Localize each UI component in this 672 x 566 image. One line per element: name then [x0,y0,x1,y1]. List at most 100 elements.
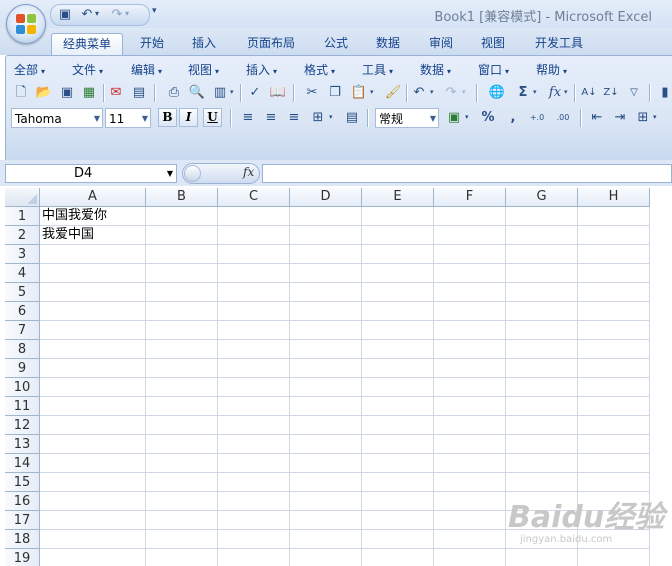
cell-e11[interactable] [362,397,434,416]
permission-icon[interactable]: ▦ [80,84,98,102]
insert-function-button[interactable]: fx [243,165,254,179]
menu-window[interactable]: 窗口 ▾ [478,61,509,78]
cell-b10[interactable] [146,378,218,397]
cell-f10[interactable] [434,378,506,397]
cell-f11[interactable] [434,397,506,416]
autosum-icon[interactable]: Σ [514,84,532,102]
row-header-18[interactable]: 18 [5,530,40,549]
cell-b8[interactable] [146,340,218,359]
cell-a13[interactable] [40,435,146,454]
cell-e13[interactable] [362,435,434,454]
cell-c16[interactable] [218,492,290,511]
align-center-icon[interactable]: ≡ [262,109,280,127]
cell-e17[interactable] [362,511,434,530]
cell-a2[interactable]: 我爱中国 [40,226,146,245]
cell-g5[interactable] [506,283,578,302]
cell-h1[interactable] [578,207,650,226]
cell-g3[interactable] [506,245,578,264]
cell-a9[interactable] [40,359,146,378]
font-name-combo[interactable]: Tahoma ▼ [11,108,103,128]
column-header-b[interactable]: B [146,188,218,207]
cell-c6[interactable] [218,302,290,321]
cell-f14[interactable] [434,454,506,473]
align-right-icon[interactable]: ≡ [285,109,303,127]
cell-b1[interactable] [146,207,218,226]
row-header-13[interactable]: 13 [5,435,40,454]
cell-f19[interactable] [434,549,506,566]
cell-c9[interactable] [218,359,290,378]
cell-g2[interactable] [506,226,578,245]
redo-dropdown-icon[interactable]: ▾ [125,9,129,18]
cell-e15[interactable] [362,473,434,492]
cell-h15[interactable] [578,473,650,492]
cell-d17[interactable] [290,511,362,530]
cut-icon[interactable]: ✂ [303,84,321,102]
tab-data[interactable]: 数据 [368,33,408,55]
cell-e3[interactable] [362,245,434,264]
column-header-g[interactable]: G [506,188,578,207]
cell-a10[interactable] [40,378,146,397]
wrap-text-icon[interactable]: ▤ [343,109,361,127]
currency-dropdown-icon[interactable]: ▾ [465,113,469,121]
cell-b16[interactable] [146,492,218,511]
cell-h19[interactable] [578,549,650,566]
row-header-11[interactable]: 11 [5,397,40,416]
cell-c8[interactable] [218,340,290,359]
cell-c10[interactable] [218,378,290,397]
menu-all[interactable]: 全部 ▾ [14,61,45,78]
autosum-dropdown-icon[interactable]: ▾ [533,88,537,96]
cell-d14[interactable] [290,454,362,473]
cell-g9[interactable] [506,359,578,378]
cell-c12[interactable] [218,416,290,435]
cell-c7[interactable] [218,321,290,340]
menu-insert[interactable]: 插入 ▾ [246,61,277,78]
borders-dropdown-icon[interactable]: ▾ [653,113,657,121]
function-dropdown-icon[interactable]: ▾ [564,88,568,96]
save-icon[interactable]: ▣ [58,84,76,102]
cell-g15[interactable] [506,473,578,492]
currency-icon[interactable]: ▣ [445,109,463,127]
menu-data[interactable]: 数据 ▾ [420,61,451,78]
cell-a3[interactable] [40,245,146,264]
cell-g10[interactable] [506,378,578,397]
cell-h14[interactable] [578,454,650,473]
formula-input[interactable] [262,164,672,183]
hyperlink-icon[interactable]: 🌐 [488,84,506,102]
cell-c17[interactable] [218,511,290,530]
column-header-a[interactable]: A [40,188,146,207]
cell-h13[interactable] [578,435,650,454]
cell-b3[interactable] [146,245,218,264]
row-header-9[interactable]: 9 [5,359,40,378]
cell-e16[interactable] [362,492,434,511]
decrease-decimal-button[interactable]: .00 [551,109,575,127]
decrease-indent-icon[interactable]: ⇤ [588,109,606,127]
percent-button[interactable]: % [479,109,497,127]
cell-e1[interactable] [362,207,434,226]
spelling-icon[interactable]: ✓ [246,84,264,102]
borders-icon[interactable]: ⊞ [634,109,652,127]
cell-h6[interactable] [578,302,650,321]
office-button[interactable] [6,4,46,44]
cell-a7[interactable] [40,321,146,340]
tab-review[interactable]: 审阅 [421,33,461,55]
tab-classic-menu[interactable]: 经典菜单 [51,33,123,56]
chevron-down-icon[interactable]: ▼ [167,165,173,182]
cell-e12[interactable] [362,416,434,435]
cell-h12[interactable] [578,416,650,435]
cell-d11[interactable] [290,397,362,416]
cell-b17[interactable] [146,511,218,530]
cell-b11[interactable] [146,397,218,416]
print-preview-icon[interactable]: 🔍 [188,84,206,102]
tab-formulas[interactable]: 公式 [316,33,356,55]
cell-d18[interactable] [290,530,362,549]
cell-d2[interactable] [290,226,362,245]
row-header-17[interactable]: 17 [5,511,40,530]
cell-f8[interactable] [434,340,506,359]
cell-h3[interactable] [578,245,650,264]
cell-b5[interactable] [146,283,218,302]
cell-b19[interactable] [146,549,218,566]
cell-a11[interactable] [40,397,146,416]
cell-e6[interactable] [362,302,434,321]
cell-e4[interactable] [362,264,434,283]
research-icon[interactable]: ▥ [211,84,229,102]
